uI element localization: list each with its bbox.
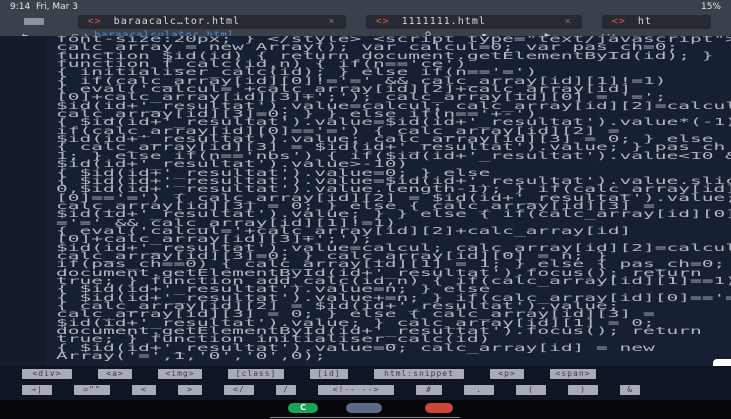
home-indicator[interactable] — [270, 417, 460, 418]
date: Fri, Mar 3 — [35, 1, 78, 12]
close-icon[interactable]: × — [565, 16, 572, 27]
snippet-key[interactable]: <p> — [490, 369, 524, 379]
code-line: Array('=',1,'0','0',0); — [56, 351, 327, 363]
snippet-key[interactable]: ( — [516, 385, 546, 395]
snippet-key[interactable]: ) — [568, 385, 598, 395]
snippet-key[interactable]: <a> — [98, 369, 132, 379]
tab-third[interactable]: <> ht — [601, 14, 711, 29]
snippet-toolbar: <div> <a> <img> [class] [id] html:snippet <p> <… — [0, 366, 731, 400]
snippet-key[interactable]: </ — [224, 385, 254, 395]
app-c-icon[interactable]: C — [288, 403, 318, 413]
tab-1111111[interactable]: <> 1111111.html × — [365, 14, 582, 29]
html-file-icon: <> — [87, 16, 102, 27]
menu-icon[interactable] — [24, 18, 44, 25]
snippet-key[interactable]: & — [620, 385, 640, 395]
clock: 9:14 — [10, 1, 31, 12]
chrome-icon[interactable] — [425, 403, 453, 413]
navigation-bar: C — [0, 400, 731, 419]
snippet-key[interactable]: > — [178, 385, 202, 395]
tab-bar: <> baraacalc…tor.html × <> 1111111.html … — [0, 13, 731, 30]
close-icon[interactable]: × — [329, 16, 336, 27]
snippet-key[interactable]: ="" — [74, 385, 110, 395]
code-editor[interactable]: font-size:20px; } </style> <script type=… — [0, 36, 731, 366]
snippet-key[interactable]: / — [276, 385, 296, 395]
snippet-key[interactable]: →| — [22, 385, 52, 395]
tab-label: ht — [637, 16, 652, 27]
tab-baraacalculator[interactable]: <> baraacalc…tor.html × — [77, 14, 346, 29]
side-panel-handle[interactable]: ‹ — [713, 359, 731, 366]
html-file-icon: <> — [611, 16, 626, 27]
snippet-key[interactable]: < — [132, 385, 156, 395]
html-file-icon: <> — [375, 16, 390, 27]
snippet-key[interactable]: # — [416, 385, 442, 395]
snippet-key[interactable]: <!-- --> — [318, 385, 394, 395]
line-gutter — [0, 36, 46, 366]
battery-level: 15% — [700, 1, 721, 12]
snippet-key[interactable]: <span> — [550, 369, 596, 379]
apps-grid-icon[interactable] — [346, 403, 382, 413]
code-lines[interactable]: font-size:20px; } </style> <script type=… — [56, 36, 731, 363]
tab-label: 1111111.html — [401, 16, 486, 27]
snippet-key[interactable]: [class] — [228, 369, 284, 379]
status-bar: 9:14 Fri, Mar 3 15% — [0, 0, 731, 13]
snippet-key[interactable]: <img> — [158, 369, 202, 379]
tab-label: baraacalc…tor.html — [113, 16, 241, 27]
snippet-key[interactable]: [id] — [310, 369, 348, 379]
snippet-key[interactable]: <div> — [22, 369, 72, 379]
snippet-key[interactable]: html:snippet — [374, 369, 464, 379]
snippet-key[interactable]: . — [464, 385, 494, 395]
